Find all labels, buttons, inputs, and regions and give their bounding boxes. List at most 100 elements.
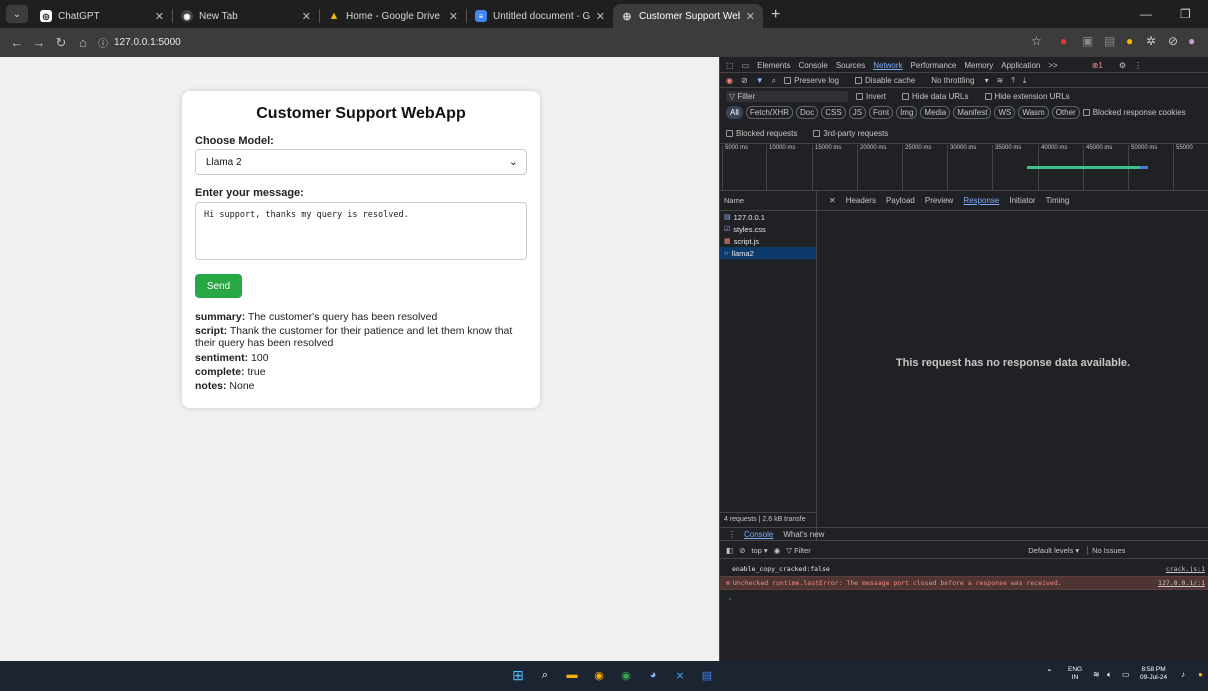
home-icon[interactable]: ⌂ [72,35,94,50]
chip-all[interactable]: All [726,105,743,119]
console-prompt[interactable]: › [720,592,1208,606]
panel-tab-performance[interactable]: Performance [911,61,957,70]
console-source-link[interactable]: 127.0.0.1/:1 [1158,579,1205,587]
chip-fetch-xhr[interactable]: Fetch/XHR [745,105,794,119]
close-tab-icon[interactable]: ✕ [449,10,458,23]
minimize-icon[interactable]: — [1140,7,1152,21]
hide-data-urls-checkbox[interactable]: Hide data URLs [902,92,976,101]
tab-customer-support[interactable]: ⊕ Customer Support WebApp ✕ [613,4,763,28]
file-explorer-icon[interactable]: ▬ [564,667,580,683]
import-har-icon[interactable]: ⤒ [1011,76,1015,86]
chip-font[interactable]: Font [869,105,894,119]
clear-console-icon[interactable]: ⊘ [739,546,745,555]
detail-tab-timing[interactable]: Timing [1046,196,1070,205]
tab-google-drive[interactable]: ▲ Home - Google Drive ✕ [320,4,466,28]
panel-tab-console[interactable]: Console [798,61,827,70]
forward-icon[interactable]: → [28,35,50,50]
chrome-profile-icon[interactable]: ◉ [618,667,634,683]
restore-icon[interactable]: ❐ [1180,7,1191,21]
copilot-icon[interactable]: ● [1198,670,1203,679]
settings-gear-icon[interactable]: ⚙ [1119,61,1126,70]
invert-checkbox[interactable]: Invert [856,92,894,101]
panel-tab-elements[interactable]: Elements [757,61,790,70]
live-expression-eye-icon[interactable]: ◉ [774,546,781,555]
request-row[interactable]: ▤ 127.0.0.1 [720,211,816,223]
send-button[interactable]: Send [195,274,242,298]
clock[interactable]: 8:58 PM 09-Jul-24 [1140,666,1167,682]
error-count-badge[interactable]: ⊗1 [1092,61,1111,70]
tab-search-chevron-icon[interactable]: ⌄ [6,5,28,23]
panel-tab-sources[interactable]: Sources [836,61,865,70]
search-icon[interactable]: ⌕ [772,76,776,86]
chip-ws[interactable]: WS [994,105,1016,119]
panel-tab-network[interactable]: Network [873,61,902,70]
network-overview-timeline[interactable]: 5000 ms 10000 ms 15000 ms 20000 ms 25000… [720,143,1208,191]
filter-funnel-icon[interactable]: ▼ [756,76,764,85]
chip-manifest[interactable]: Manifest [953,105,992,119]
language-indicator[interactable]: ENG IN [1068,666,1082,682]
wifi-icon[interactable]: ≋ [1093,670,1100,679]
tab-new-tab[interactable]: ◉ New Tab ✕ [173,4,319,28]
more-panels-icon[interactable]: >> [1048,61,1057,70]
third-party-checkbox[interactable]: 3rd-party requests [813,129,896,138]
chip-doc[interactable]: Doc [796,105,819,119]
chip-wasm[interactable]: Wasm [1018,105,1049,119]
tab-chatgpt[interactable]: ◎ ChatGPT ✕ [32,4,172,28]
export-har-icon[interactable]: ⤓ [1023,76,1027,86]
disable-cache-checkbox[interactable]: Disable cache [855,76,923,85]
detail-tab-headers[interactable]: Headers [846,196,876,205]
windows-start-icon[interactable]: ⊞ [510,667,526,683]
download-icon[interactable]: ⊘ [1168,34,1178,48]
kebab-menu-icon[interactable]: ⋮ [1134,61,1142,70]
inspect-icon[interactable]: ⬚ [726,61,734,70]
chip-img[interactable]: Img [896,105,918,119]
console-filter-input[interactable]: ▽ Filter [786,546,1016,555]
close-detail-icon[interactable]: ✕ [829,196,836,205]
panel-tab-application[interactable]: Application [1001,61,1040,70]
panel-tab-memory[interactable]: Memory [964,61,993,70]
request-row[interactable]: ▦ script.js [720,235,816,247]
record-icon[interactable]: ◉ [726,76,733,85]
model-select[interactable]: Llama 2 ⌄ [195,149,527,175]
blocked-cookies-checkbox[interactable]: Blocked response cookies [1082,108,1194,117]
address-bar[interactable]: ⓘ 127.0.0.1:5000 [98,33,181,53]
filter-input[interactable]: ▽ Filter [726,90,848,102]
extension-bulb-icon[interactable]: ● [1126,34,1133,48]
extension-icon[interactable]: ▣ [1082,34,1093,48]
tab-google-docs[interactable]: ≡ Untitled document - Google Do ✕ [467,4,613,28]
console-source-link[interactable]: crack.js:1 [1166,565,1205,573]
drawer-tab-console[interactable]: Console [744,530,773,539]
close-tab-icon[interactable]: ✕ [302,10,311,23]
extensions-puzzle-icon[interactable]: ✲ [1146,34,1156,48]
search-icon[interactable]: ⌕ [537,667,553,683]
sidebar-toggle-icon[interactable]: ◧ [726,546,733,555]
close-tab-icon[interactable]: ✕ [596,10,605,23]
chip-js[interactable]: JS [848,105,867,119]
name-column-header[interactable]: Name [720,191,816,211]
chrome-taskbar-icon[interactable]: ◉ [591,667,607,683]
request-row-selected[interactable]: ‹› llama2 [720,247,816,259]
log-levels-select[interactable]: Default levels ▾ [1028,546,1079,555]
clear-icon[interactable]: ⊘ [741,76,748,85]
blocked-requests-checkbox[interactable]: Blocked requests [726,129,805,138]
extension-red-icon[interactable]: ● [1060,34,1067,48]
extension-doc-icon[interactable]: ▤ [1104,34,1115,48]
volume-icon[interactable]: 🔈︎ [1107,670,1112,680]
battery-icon[interactable]: ▭ [1122,670,1130,679]
back-icon[interactable]: ← [6,35,28,50]
profile-avatar-icon[interactable]: ● [1188,34,1195,48]
tray-chevron-icon[interactable]: ⌃ [1046,668,1053,677]
vscode-icon[interactable]: ⨯ [672,667,688,683]
close-tab-icon[interactable]: ✕ [746,10,755,23]
close-tab-icon[interactable]: ✕ [155,10,164,23]
notification-bell-icon[interactable]: ♪ [1181,670,1185,679]
detail-tab-initiator[interactable]: Initiator [1009,196,1035,205]
app-icon[interactable]: ◕ [645,667,661,683]
preserve-log-checkbox[interactable]: Preserve log [784,76,847,85]
drawer-tab-whats-new[interactable]: What's new [783,530,824,539]
device-toggle-icon[interactable]: ▭ [742,61,750,70]
detail-tab-preview[interactable]: Preview [925,196,953,205]
throttling-select[interactable]: No throttling ▾ [931,76,988,85]
network-conditions-icon[interactable]: ≋ [997,76,1004,85]
message-textarea[interactable]: Hi support, thanks my query is resolved. [195,202,527,260]
